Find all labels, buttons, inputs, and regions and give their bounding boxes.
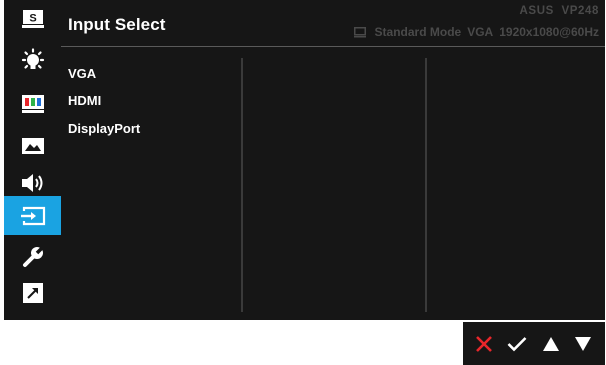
close-icon [476, 335, 492, 352]
confirm-button[interactable] [500, 322, 534, 365]
confirm-icon [507, 336, 527, 351]
close-button[interactable] [467, 322, 501, 365]
page-title: Input Select [68, 15, 166, 34]
resolution-label: 1920x1080@60Hz [499, 25, 599, 39]
color-icon [21, 95, 44, 113]
blue-light-filter-icon [21, 48, 44, 69]
image-icon [21, 138, 44, 154]
sidebar-item-shortcut[interactable] [4, 274, 61, 312]
input-option-hdmi[interactable]: HDMI [68, 93, 101, 108]
input-select-panel: VGA HDMI DisplayPort [61, 47, 605, 320]
status-line: Standard Mode VGA 1920x1080@60Hz [353, 25, 599, 39]
system-setup-icon [22, 246, 44, 267]
sidebar-item-color[interactable] [4, 85, 61, 123]
input-label: VGA [467, 25, 494, 39]
header: Input Select ASUS VP248 Standard Mode VG… [61, 0, 605, 46]
shortcut-icon [22, 283, 43, 303]
sidebar-item-blue-light-filter[interactable] [4, 42, 61, 80]
sound-icon [21, 174, 42, 192]
monitor-icon [353, 26, 366, 37]
sidebar-item-image[interactable] [4, 127, 61, 165]
navigation-buttons [463, 322, 605, 365]
splendid-icon: S [21, 10, 44, 28]
down-icon [575, 336, 591, 351]
model-name: ASUS VP248 [519, 5, 599, 17]
column-divider [241, 58, 243, 312]
up-icon [543, 336, 559, 351]
input-option-displayport[interactable]: DisplayPort [68, 121, 140, 136]
sidebar-item-input-select[interactable] [4, 196, 61, 235]
osd-menu: S Input Select ASUS VP248 Standard Mode … [4, 0, 605, 320]
svg-text:S: S [29, 13, 36, 25]
sidebar-item-splendid[interactable]: S [4, 0, 61, 38]
sidebar: S [4, 0, 61, 320]
input-select-icon [20, 206, 45, 225]
column-divider [425, 58, 427, 312]
mode-label: Standard Mode [374, 25, 462, 39]
sidebar-item-system-setup[interactable] [4, 238, 61, 276]
input-option-vga[interactable]: VGA [68, 66, 96, 81]
up-button[interactable] [534, 322, 568, 365]
down-button[interactable] [566, 322, 600, 365]
